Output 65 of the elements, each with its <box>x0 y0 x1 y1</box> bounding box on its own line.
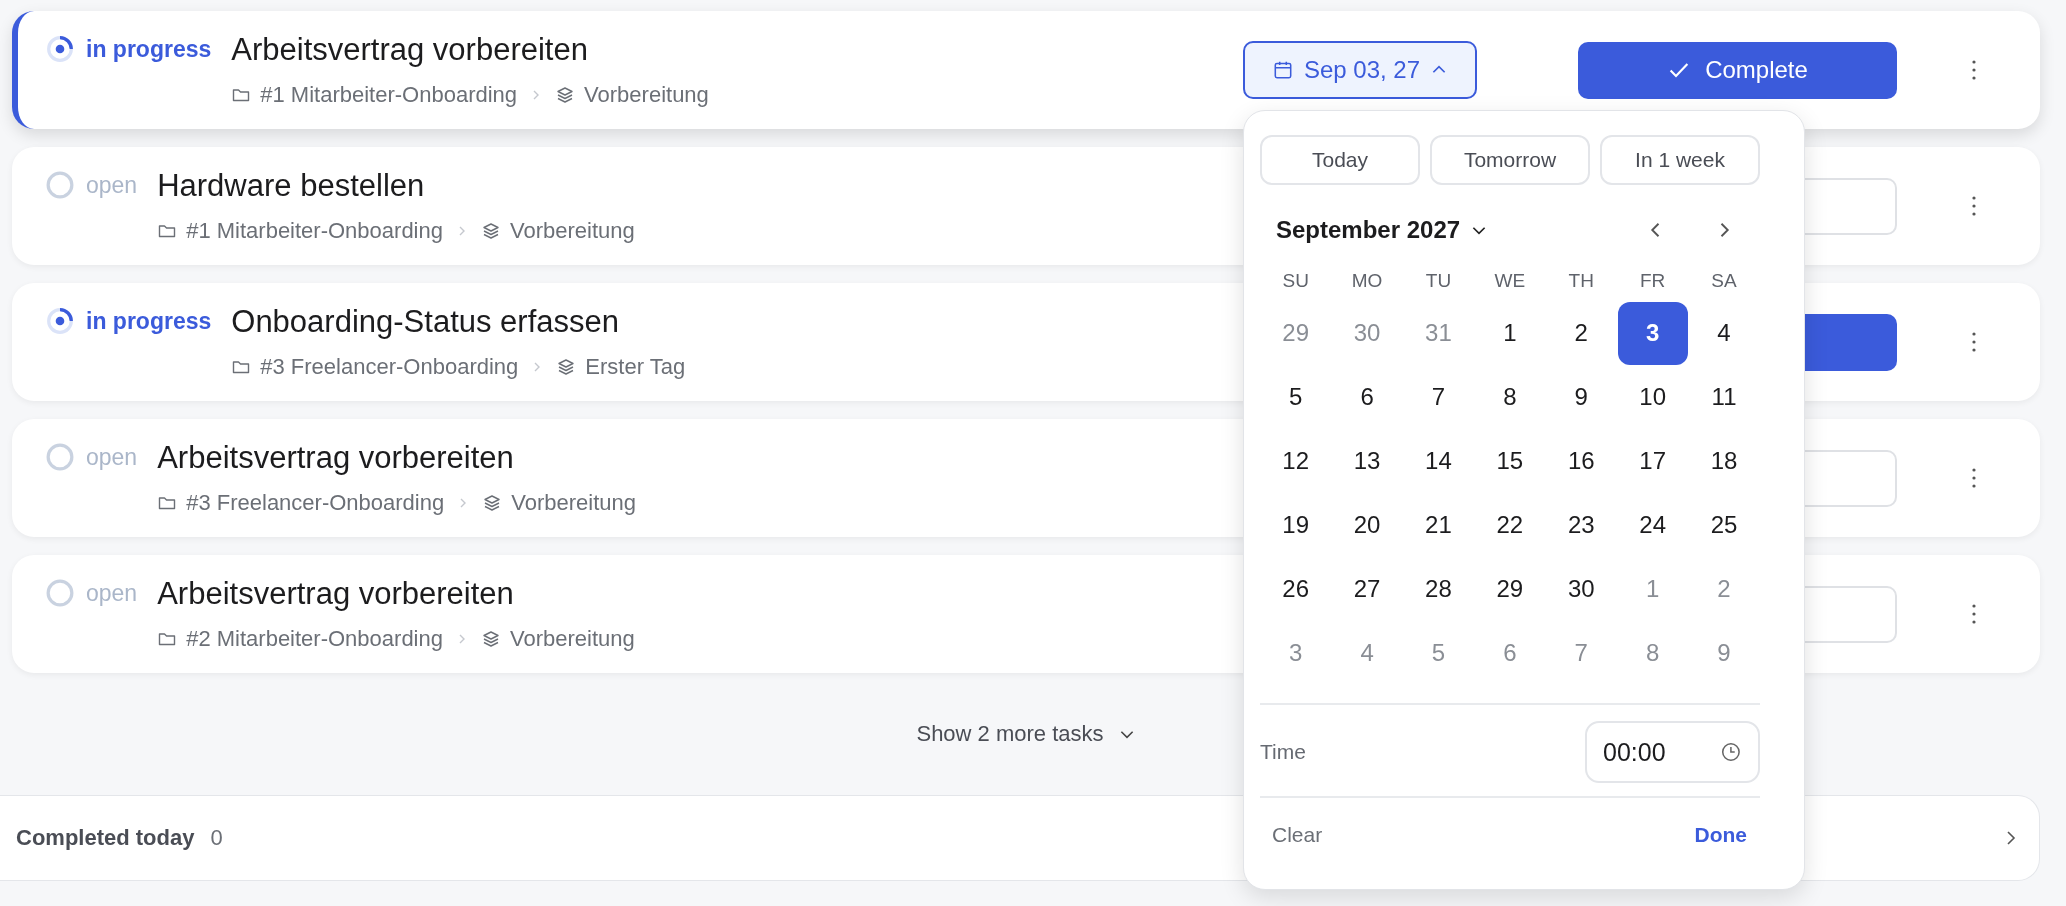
calendar-day[interactable]: 30 <box>1546 557 1617 621</box>
more-icon <box>1971 602 1977 626</box>
more-icon <box>1971 466 1977 490</box>
calendar-day[interactable]: 27 <box>1332 557 1403 621</box>
task-title: Arbeitsvertrag vorbereiten <box>157 576 515 612</box>
calendar-day[interactable]: 4 <box>1689 301 1760 365</box>
project-label: #3 Freelancer-Onboarding <box>186 490 445 516</box>
time-field[interactable]: 00:00 <box>1585 721 1760 783</box>
phase-label: Vorbereitung <box>510 626 635 652</box>
project-label: #1 Mitarbeiter-Onboarding <box>186 218 443 244</box>
calendar-day[interactable]: 2 <box>1546 301 1617 365</box>
status-label: open <box>86 171 138 199</box>
month-dropdown[interactable]: September 2027 <box>1260 216 1489 244</box>
open-status-icon[interactable] <box>46 171 74 199</box>
layers-icon <box>481 221 501 241</box>
phase-label: Vorbereitung <box>584 82 709 108</box>
layers-icon <box>482 493 503 513</box>
phase-label: Erster Tag <box>585 354 686 380</box>
status-label: open <box>86 579 138 607</box>
in-progress-icon[interactable] <box>46 35 74 63</box>
due-date-button[interactable]: Sep 03, 27 <box>1243 41 1477 99</box>
layers-icon <box>555 85 576 105</box>
calendar-day[interactable]: 13 <box>1332 429 1403 493</box>
more-icon <box>1971 194 1977 218</box>
layers-icon <box>556 357 577 377</box>
completed-label: Completed today <box>16 825 195 851</box>
more-icon <box>1971 330 1977 354</box>
quick-date-button[interactable]: Tomorrow <box>1430 135 1590 185</box>
project-label: #2 Mitarbeiter-Onboarding <box>186 626 443 652</box>
calendar-day[interactable]: 1 <box>1474 301 1545 365</box>
task-title: Onboarding-Status erfassen <box>231 304 620 340</box>
task-title: Arbeitsvertrag vorbereiten <box>231 32 589 68</box>
task-title: Arbeitsvertrag vorbereiten <box>157 440 515 476</box>
calendar-day[interactable]: 15 <box>1474 429 1545 493</box>
calendar-day[interactable]: 3 <box>1617 301 1688 365</box>
quick-date-button[interactable]: Today <box>1260 135 1420 185</box>
phase-label: Vorbereitung <box>511 490 636 516</box>
calendar-day[interactable]: 18 <box>1689 429 1760 493</box>
calendar-day[interactable]: 16 <box>1546 429 1617 493</box>
complete-button[interactable]: Complete <box>1578 41 1897 99</box>
project-label: #3 Freelancer-Onboarding <box>260 354 519 380</box>
more-icon <box>1971 58 1977 82</box>
status-label: open <box>86 443 138 471</box>
clear-button[interactable]: Clear <box>1260 823 1335 847</box>
quick-date-button[interactable]: In 1 week <box>1600 135 1760 185</box>
open-status-icon[interactable] <box>46 579 74 607</box>
calendar-day[interactable]: 29 <box>1474 557 1545 621</box>
task-title: Hardware bestellen <box>157 168 426 204</box>
layers-icon <box>481 629 501 649</box>
in-progress-icon[interactable] <box>46 307 74 335</box>
time-label: Time <box>1260 740 1306 764</box>
phase-label: Vorbereitung <box>510 218 635 244</box>
show-more-button[interactable]: Show 2 more tasks <box>916 721 1136 747</box>
calendar-day[interactable]: 26 <box>1260 557 1331 621</box>
status-label: in progress <box>86 307 212 335</box>
calendar-day[interactable]: 28 <box>1403 557 1474 621</box>
clock-icon <box>1720 741 1742 763</box>
calendar-day[interactable]: 17 <box>1617 429 1688 493</box>
calendar-day[interactable]: 14 <box>1403 429 1474 493</box>
status-label: in progress <box>86 35 212 63</box>
open-status-icon[interactable] <box>46 443 74 471</box>
calendar-day[interactable]: 12 <box>1260 429 1331 493</box>
project-label: #1 Mitarbeiter-Onboarding <box>260 82 518 108</box>
done-button[interactable]: Done <box>1681 823 1760 847</box>
completed-count: 0 <box>210 825 223 851</box>
